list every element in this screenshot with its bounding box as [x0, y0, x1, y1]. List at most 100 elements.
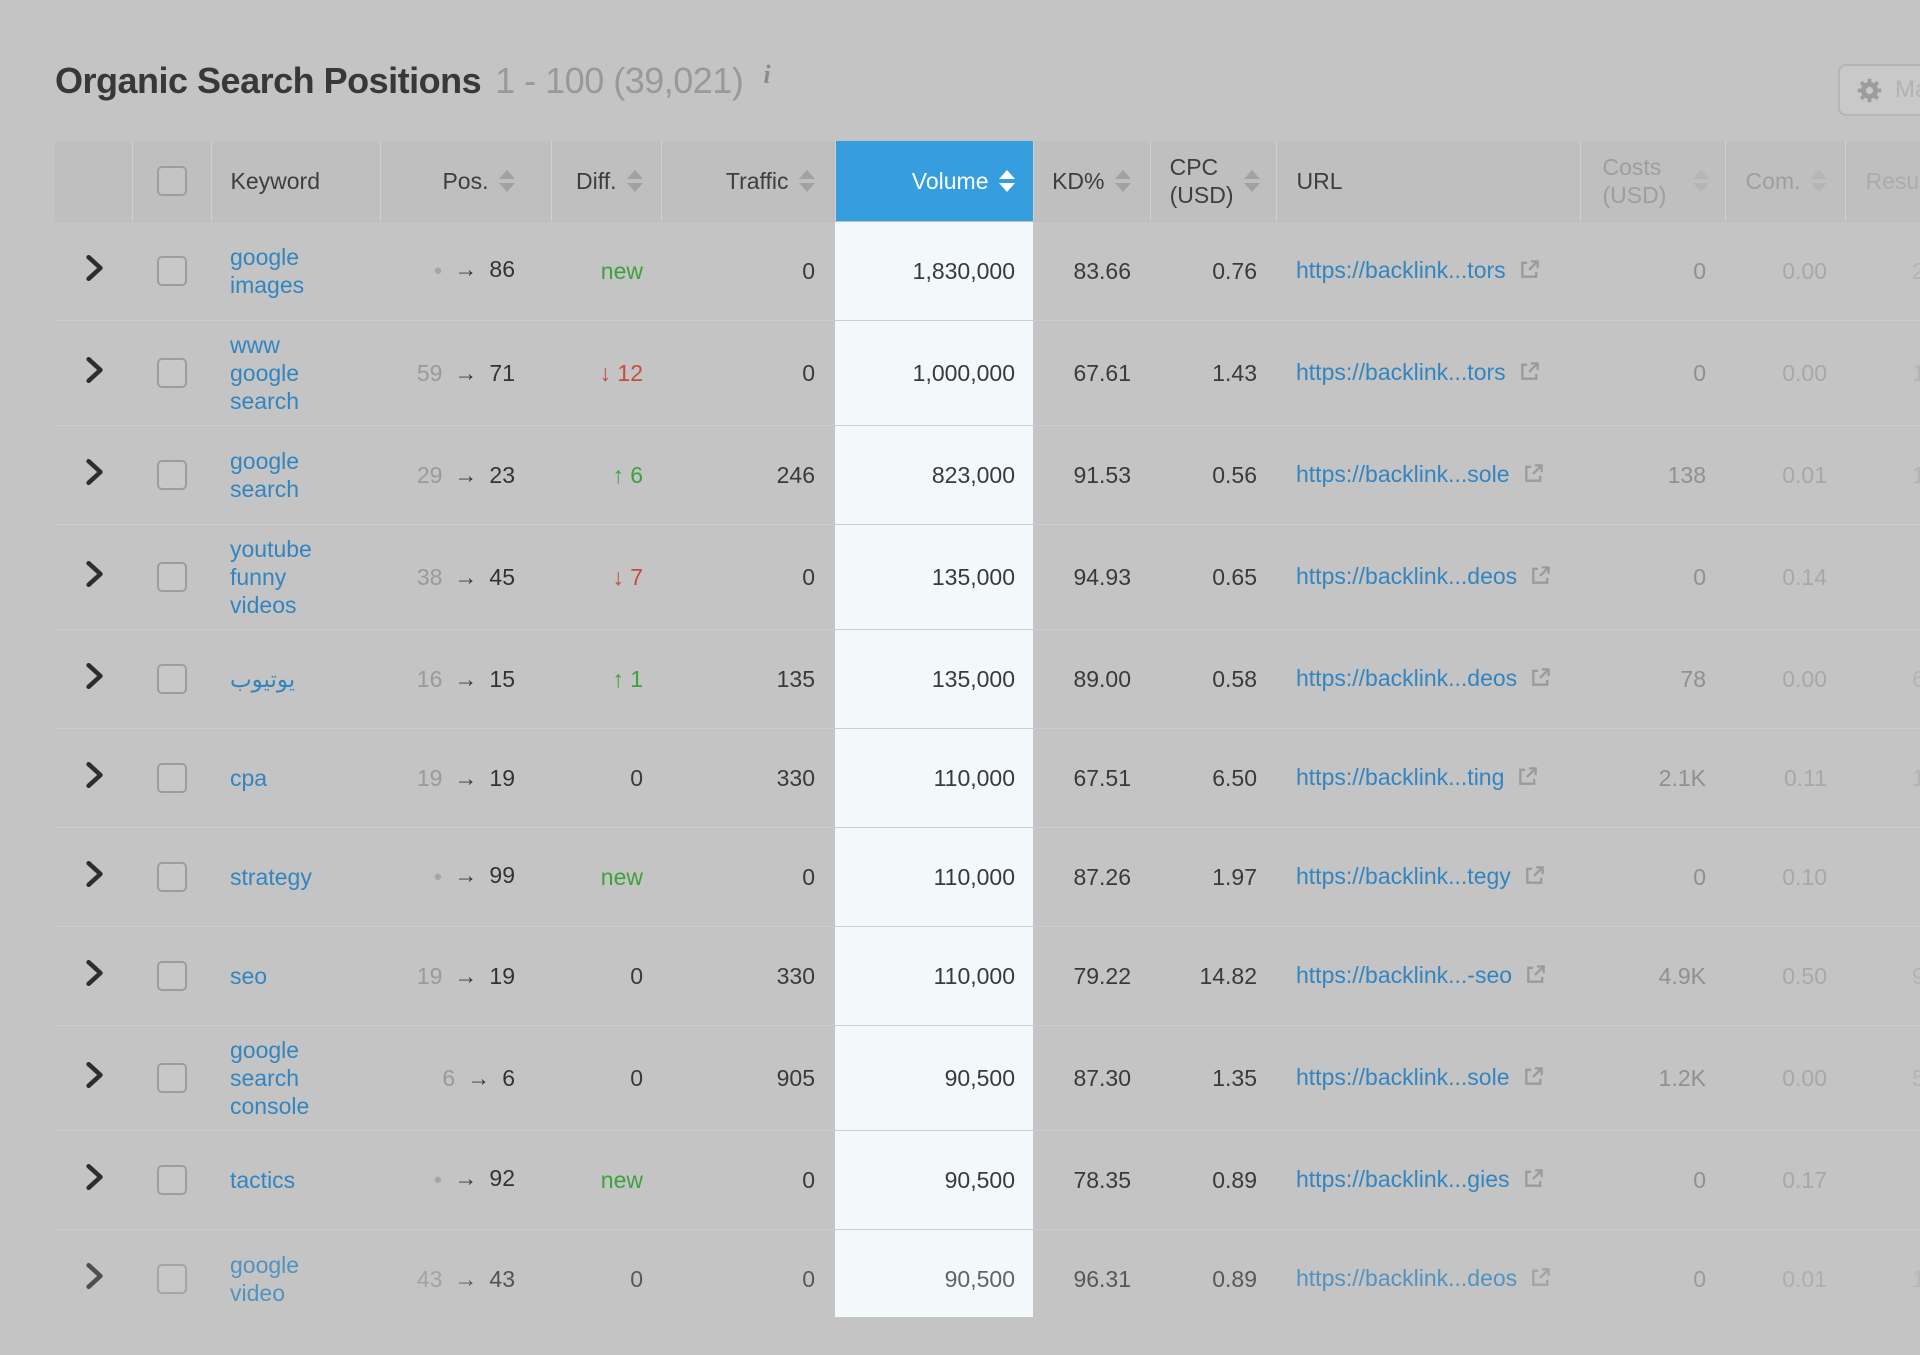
- keyword-link[interactable]: يوتيوب: [230, 666, 295, 692]
- kd-value: 83.66: [1073, 258, 1131, 284]
- keyword-link[interactable]: tactics: [230, 1167, 295, 1193]
- position-arrow-icon: →: [454, 862, 477, 888]
- costs-value: 0: [1693, 360, 1706, 386]
- external-link-icon[interactable]: [1522, 1167, 1545, 1196]
- keyword-link[interactable]: google search: [230, 448, 299, 502]
- column-header-cpc[interactable]: CPC (USD): [1150, 141, 1276, 222]
- column-header-pos[interactable]: Pos.: [380, 141, 551, 222]
- table-row: competitive 76→78 ↓ 2 0 90,500 86.34 6.1…: [55, 1329, 1920, 1355]
- position-cell: 43→43: [380, 1230, 551, 1329]
- keyword-link[interactable]: www google search: [230, 332, 299, 414]
- url-link[interactable]: https://backlink...deos: [1296, 665, 1517, 691]
- manage-columns-button[interactable]: Manage columns: [1838, 64, 1920, 116]
- expand-chevron-icon[interactable]: [84, 1061, 104, 1089]
- column-header-volume-active[interactable]: Volume: [835, 141, 1033, 222]
- external-link-icon[interactable]: [1518, 258, 1541, 287]
- sort-icon: [1244, 170, 1260, 192]
- column-header-costs[interactable]: Costs (USD): [1580, 141, 1725, 222]
- position-new: 6: [502, 1065, 515, 1091]
- column-header-kd[interactable]: KD%: [1033, 141, 1150, 222]
- row-checkbox[interactable]: [157, 862, 187, 892]
- volume-value: 110,000: [934, 864, 1015, 890]
- external-link-icon[interactable]: [1518, 360, 1541, 389]
- position-new: 92: [489, 1165, 515, 1191]
- costs-value: 4.9K: [1659, 963, 1706, 989]
- traffic-value: 246: [777, 462, 815, 488]
- column-header-com[interactable]: Com.: [1725, 141, 1845, 222]
- external-link-icon[interactable]: [1516, 765, 1539, 794]
- row-checkbox[interactable]: [157, 664, 187, 694]
- traffic-value: 0: [802, 564, 815, 590]
- traffic-value: 0: [802, 258, 815, 284]
- keyword-link[interactable]: google video: [230, 1252, 299, 1306]
- costs-value: 0: [1693, 1266, 1706, 1292]
- gear-icon: [1856, 77, 1883, 104]
- expand-chevron-icon[interactable]: [84, 1262, 104, 1290]
- expand-chevron-icon[interactable]: [84, 761, 104, 789]
- com-value: 0.17: [1782, 1167, 1827, 1193]
- url-link[interactable]: https://backlink...sole: [1296, 461, 1510, 487]
- url-link[interactable]: https://backlink...tors: [1296, 359, 1506, 385]
- external-link-icon[interactable]: [1523, 864, 1546, 893]
- cpc-value: 0.65: [1212, 564, 1257, 590]
- com-value: 0.00: [1782, 1065, 1827, 1091]
- expand-chevron-icon[interactable]: [84, 458, 104, 486]
- external-link-icon[interactable]: [1529, 1266, 1552, 1295]
- table-row: يوتيوب 16→15 ↑ 1 135 135,000 89.00 0.58 …: [55, 630, 1920, 729]
- position-arrow-icon: →: [454, 1165, 477, 1191]
- external-link-icon[interactable]: [1529, 666, 1552, 695]
- position-new: 71: [489, 360, 515, 386]
- url-link[interactable]: https://backlink...deos: [1296, 1265, 1517, 1291]
- external-link-icon[interactable]: [1524, 963, 1547, 992]
- url-link[interactable]: https://backlink...sole: [1296, 1064, 1510, 1090]
- expand-chevron-icon[interactable]: [84, 1163, 104, 1191]
- column-header-traffic[interactable]: Traffic: [661, 141, 835, 222]
- position-cell: ●→86: [380, 222, 551, 321]
- url-link[interactable]: https://backlink...tors: [1296, 257, 1506, 283]
- volume-value: 90,500: [945, 1266, 1015, 1292]
- keyword-link[interactable]: google search console: [230, 1037, 309, 1119]
- external-link-icon[interactable]: [1522, 1065, 1545, 1094]
- column-header-expand: [55, 141, 132, 222]
- url-link[interactable]: https://backlink...-seo: [1296, 962, 1512, 988]
- com-value: 0.00: [1782, 360, 1827, 386]
- keyword-link[interactable]: google images: [230, 244, 304, 298]
- keyword-link[interactable]: strategy: [230, 864, 312, 890]
- external-link-icon[interactable]: [1522, 462, 1545, 491]
- url-link[interactable]: https://backlink...tegy: [1296, 863, 1511, 889]
- row-checkbox[interactable]: [157, 256, 187, 286]
- expand-chevron-icon[interactable]: [84, 356, 104, 384]
- row-checkbox[interactable]: [157, 1063, 187, 1093]
- row-checkbox[interactable]: [157, 763, 187, 793]
- keyword-link[interactable]: youtube funny videos: [230, 536, 312, 618]
- results-value: 5: [1912, 1065, 1920, 1091]
- expand-chevron-icon[interactable]: [84, 662, 104, 690]
- volume-value: 90,500: [945, 1167, 1015, 1193]
- expand-chevron-icon[interactable]: [84, 860, 104, 888]
- position-arrow-icon: →: [454, 360, 477, 386]
- row-checkbox[interactable]: [157, 961, 187, 991]
- url-link[interactable]: https://backlink...ting: [1296, 764, 1504, 790]
- url-link[interactable]: https://backlink...deos: [1296, 563, 1517, 589]
- volume-value: 135,000: [932, 666, 1015, 692]
- expand-chevron-icon[interactable]: [84, 560, 104, 588]
- diff-value: ↑ 1: [612, 666, 643, 692]
- row-checkbox[interactable]: [157, 562, 187, 592]
- position-new: 19: [489, 765, 515, 791]
- expand-chevron-icon[interactable]: [84, 254, 104, 282]
- url-link[interactable]: https://backlink...gies: [1296, 1166, 1510, 1192]
- row-checkbox[interactable]: [157, 1165, 187, 1195]
- row-checkbox[interactable]: [157, 358, 187, 388]
- keyword-link[interactable]: seo: [230, 963, 267, 989]
- row-checkbox[interactable]: [157, 460, 187, 490]
- results-value: 1: [1912, 360, 1920, 386]
- external-link-icon[interactable]: [1529, 564, 1552, 593]
- info-icon[interactable]: i: [763, 60, 770, 90]
- keyword-link[interactable]: cpa: [230, 765, 267, 791]
- kd-value: 91.53: [1073, 462, 1131, 488]
- expand-chevron-icon[interactable]: [84, 959, 104, 987]
- row-checkbox[interactable]: [157, 1264, 187, 1294]
- traffic-value: 0: [802, 1266, 815, 1292]
- select-all-checkbox[interactable]: [157, 166, 187, 196]
- column-header-diff[interactable]: Diff.: [551, 141, 661, 222]
